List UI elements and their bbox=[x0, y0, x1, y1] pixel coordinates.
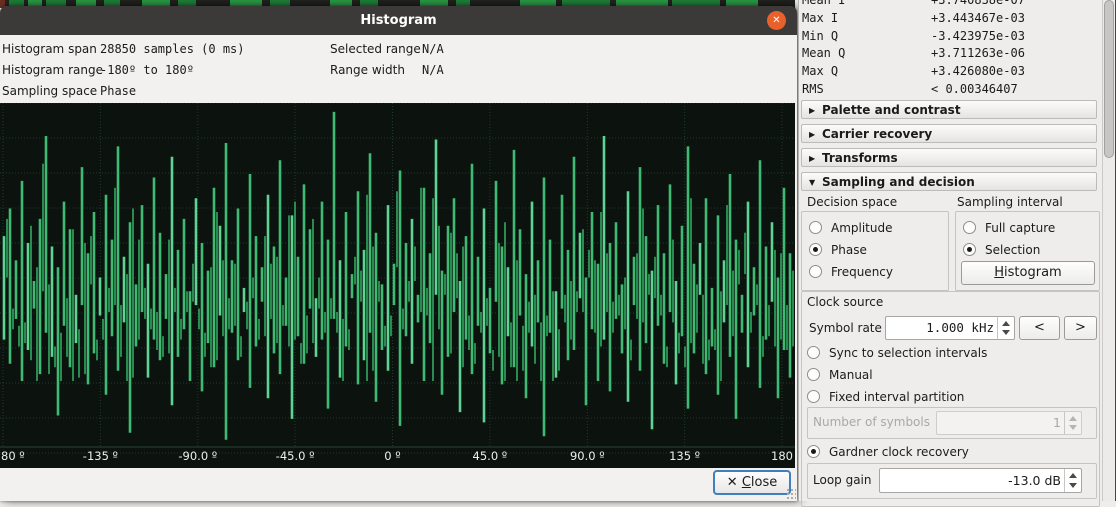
svg-text:-90.0 º: -90.0 º bbox=[178, 449, 217, 463]
histogram-dialog: Histogram ✕ Histogram span 28850 samples… bbox=[0, 6, 797, 501]
radio-icon bbox=[807, 390, 820, 403]
spinner-arrows bbox=[1064, 412, 1081, 434]
stat-row: Mean Q+3.711263e-06 bbox=[802, 44, 1102, 62]
radio-icon bbox=[809, 243, 822, 256]
svg-text:45.0 º: 45.0 º bbox=[473, 449, 508, 463]
radio-icon bbox=[807, 368, 820, 381]
histogram-plot[interactable]: 80 º -135 º -90.0 º -45.0 º 0 º 45.0 º 90.0 º 1… bbox=[0, 103, 795, 468]
inspector-panel: Mean I+3.740838e-07 Max I+3.443467e-03 M… bbox=[798, 0, 1116, 501]
chevron-right-icon: ▶ bbox=[809, 125, 822, 144]
range-width-value: N/A bbox=[422, 61, 444, 79]
histogram-span-label: Histogram span bbox=[2, 40, 97, 58]
histogram-summary: Histogram span 28850 samples (0 ms) Hist… bbox=[0, 35, 797, 103]
decision-space-label: Decision space bbox=[807, 195, 897, 210]
svg-text:80 º: 80 º bbox=[1, 449, 25, 463]
symbol-rate-prev-button[interactable]: < bbox=[1019, 316, 1060, 340]
radio-icon bbox=[963, 243, 976, 256]
histogram-span-value: 28850 samples (0 ms) bbox=[100, 40, 245, 58]
window-close-icon[interactable]: ✕ bbox=[767, 11, 786, 30]
section-carrier-recovery[interactable]: ▶Carrier recovery bbox=[801, 124, 1097, 143]
svg-text:0 º: 0 º bbox=[384, 449, 400, 463]
number-of-symbols-label: Number of symbols bbox=[813, 415, 930, 430]
clock-source-label: Clock source bbox=[807, 295, 883, 310]
svg-text:135 º: 135 º bbox=[669, 449, 700, 463]
radio-full-capture[interactable]: Full capture bbox=[963, 220, 1055, 236]
chevron-right-icon: ▶ bbox=[809, 149, 822, 168]
panel-scrollbar[interactable] bbox=[1102, 0, 1115, 501]
section-palette-and-contrast[interactable]: ▶Palette and contrast bbox=[801, 100, 1097, 119]
spin-up-icon[interactable] bbox=[1069, 473, 1077, 478]
radio-icon bbox=[809, 265, 822, 278]
stat-row: RMS< 0.00346407 bbox=[802, 80, 1102, 98]
radio-selection[interactable]: Selection bbox=[963, 242, 1040, 258]
radio-frequency[interactable]: Frequency bbox=[809, 264, 893, 280]
svg-text:-135 º: -135 º bbox=[83, 449, 118, 463]
close-button[interactable]: ✕ Close bbox=[713, 470, 791, 495]
svg-text:90.0 º: 90.0 º bbox=[570, 449, 605, 463]
radio-manual[interactable]: Manual bbox=[807, 367, 873, 383]
radio-icon bbox=[809, 221, 822, 234]
symbol-rate-spinbox[interactable]: 1.000 kHz bbox=[885, 316, 1015, 340]
close-icon: ✕ bbox=[727, 475, 738, 490]
stat-row: Min Q-3.423975e-03 bbox=[802, 27, 1102, 45]
loop-gain-label: Loop gain bbox=[813, 473, 872, 488]
spin-up-icon[interactable] bbox=[1002, 321, 1010, 326]
stat-row: Mean I+3.740838e-07 bbox=[802, 0, 1102, 9]
sampling-space-label: Sampling space bbox=[2, 82, 97, 100]
section-transforms[interactable]: ▶Transforms bbox=[801, 148, 1097, 167]
dialog-title: Histogram bbox=[0, 6, 797, 35]
radio-icon bbox=[807, 445, 820, 458]
stat-row: Max Q+3.426080e-03 bbox=[802, 62, 1102, 80]
radio-sync-to-selection-intervals[interactable]: Sync to selection intervals bbox=[807, 345, 987, 361]
radio-phase[interactable]: Phase bbox=[809, 242, 867, 258]
spin-down-icon[interactable] bbox=[1002, 330, 1010, 335]
histogram-range-label: Histogram range bbox=[2, 61, 103, 79]
number-of-symbols-spinbox: 1 bbox=[936, 411, 1082, 435]
spinner-arrows[interactable] bbox=[1064, 469, 1081, 492]
symbol-rate-label: Symbol rate bbox=[809, 321, 882, 336]
selected-range-value: N/A bbox=[422, 40, 444, 58]
range-width-label: Range width bbox=[330, 61, 405, 79]
resize-grip[interactable] bbox=[786, 488, 796, 500]
spinner-arrows[interactable] bbox=[997, 317, 1014, 339]
radio-fixed-interval-partition[interactable]: Fixed interval partition bbox=[807, 389, 964, 405]
histogram-button[interactable]: Histogram bbox=[961, 261, 1095, 285]
sampling-space-value: Phase bbox=[100, 82, 136, 100]
spin-down-icon bbox=[1069, 425, 1077, 430]
svg-text:180: 180 bbox=[771, 449, 793, 463]
spin-up-icon bbox=[1069, 416, 1077, 421]
stat-row: Max I+3.443467e-03 bbox=[802, 9, 1102, 27]
chevron-right-icon: ▶ bbox=[809, 101, 822, 120]
dialog-footer: ✕ Close bbox=[0, 468, 797, 501]
symbol-rate-next-button[interactable]: > bbox=[1064, 316, 1097, 340]
dialog-titlebar[interactable]: Histogram ✕ bbox=[0, 6, 797, 35]
radio-icon bbox=[963, 221, 976, 234]
sampling-interval-label: Sampling interval bbox=[957, 195, 1063, 210]
radio-icon bbox=[807, 346, 820, 359]
spin-down-icon[interactable] bbox=[1069, 483, 1077, 488]
chevron-down-icon: ▼ bbox=[809, 173, 822, 192]
scrollbar-thumb[interactable] bbox=[1104, 0, 1114, 158]
histogram-canvas[interactable]: 80 º -135 º -90.0 º -45.0 º 0 º 45.0 º 90.0 º 1… bbox=[0, 103, 795, 468]
svg-text:-45.0 º: -45.0 º bbox=[276, 449, 315, 463]
histogram-range-value: -180º to 180º bbox=[100, 61, 194, 79]
radio-amplitude[interactable]: Amplitude bbox=[809, 220, 893, 236]
section-sampling-and-decision[interactable]: ▼Sampling and decision bbox=[801, 172, 1097, 191]
selected-range-label: Selected range bbox=[330, 40, 421, 58]
radio-gardner-clock-recovery[interactable]: Gardner clock recovery bbox=[807, 444, 969, 460]
loop-gain-spinbox[interactable]: -13.0 dB bbox=[879, 468, 1082, 493]
